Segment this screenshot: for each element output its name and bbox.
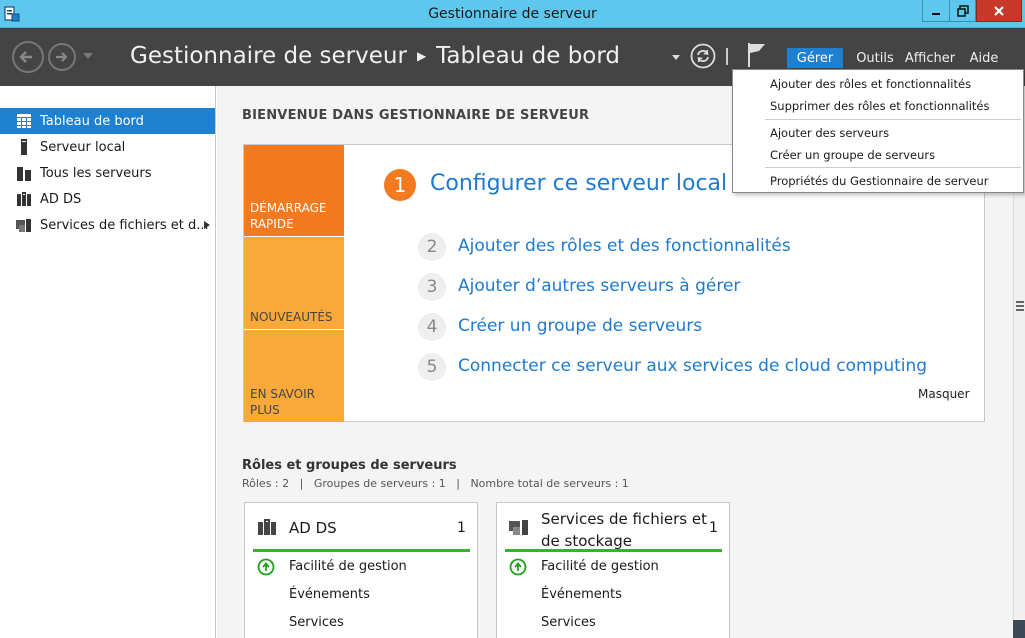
sidebar-item-label: Serveur local [40,139,126,155]
breadcrumb-separator-icon: ▶ [416,49,427,63]
status-bar [253,549,470,552]
step-number: 3 [418,273,446,301]
welcome-title: BIENVENUE DANS GESTIONNAIRE DE SERVEUR [242,108,590,123]
tile-label: NOUVEAUTÉS [250,310,333,324]
card-title[interactable]: Services de fichiers et de stockage [541,508,707,552]
notifications-flag-icon[interactable] [746,41,768,69]
step-number: 2 [418,233,446,261]
roles-counts: Rôles : 2 | Groupes de serveurs : 1 | No… [242,477,629,490]
menu-separator [765,119,1021,120]
forward-arrow-icon [56,52,68,62]
card-title[interactable]: AD DS [289,519,337,537]
adds-icon [17,192,31,206]
sidebar-item-label: AD DS [40,191,82,207]
menu-gerer[interactable]: Gérer [787,48,843,68]
status-ok-icon [257,558,275,576]
minimize-icon [932,12,940,15]
role-card-ad-ds[interactable]: AD DS 1 Facilité de gestion Événements S… [244,502,478,638]
step-link-configure-local-server[interactable]: Configurer ce serveur local [430,171,727,196]
menu-afficher[interactable]: Afficher [904,48,956,68]
sidebar-item-label: Tableau de bord [40,113,144,129]
sidebar: Tableau de bord Serveur local Tous les s… [0,86,216,638]
file-services-icon [509,520,528,535]
dashboard-icon [17,114,31,128]
tile-demarrage-rapide[interactable]: DÉMARRAGE RAPIDE [244,145,344,236]
menu-item-add-roles[interactable]: Ajouter des rôles et fonctionnalités [770,77,971,91]
card-title-line: Services de fichiers et [541,510,707,528]
window-title: Gestionnaire de serveur [428,6,597,22]
restore-button[interactable] [949,0,976,22]
header-divider [726,48,728,65]
scrollbar-grip-icon[interactable] [1016,301,1024,313]
card-row-events[interactable]: Événements [289,587,370,602]
file-services-icon [16,219,31,232]
card-row-services[interactable]: Services [541,615,596,630]
menu-item-properties[interactable]: Propriétés du Gestionnaire de serveur [770,174,988,188]
minimize-button[interactable] [922,0,950,22]
sidebar-item-tous-les-serveurs[interactable]: Tous les serveurs [0,160,215,186]
servers-icon [17,167,31,181]
menu-item-remove-roles[interactable]: Supprimer des rôles et fonctionnalités [770,99,990,113]
adds-icon [258,519,276,535]
card-row-services[interactable]: Services [289,615,344,630]
card-count: 1 [709,520,718,536]
sidebar-item-ad-ds[interactable]: AD DS [0,186,215,212]
close-icon [994,5,1004,16]
refresh-icon[interactable] [690,43,716,69]
forward-button[interactable] [48,43,76,71]
breadcrumb-current: Tableau de bord [436,43,621,69]
step-link-add-roles[interactable]: Ajouter des rôles et des fonctionnalités [458,236,791,256]
sidebar-item-label: Services de fichiers et d... [40,217,209,233]
status-bar [505,549,722,552]
menu-outils[interactable]: Outils [852,48,898,68]
tile-nouveautes[interactable]: NOUVEAUTÉS [244,237,344,329]
step-number: 1 [384,169,416,201]
role-card-file-services[interactable]: Services de fichiers et de stockage 1 Fa… [496,502,730,638]
menu-separator [765,167,1021,168]
hide-link[interactable]: Masquer [918,387,970,401]
step-link-cloud-services[interactable]: Connecter ce serveur aux services de clo… [458,356,927,376]
title-bar: Gestionnaire de serveur [0,0,1025,28]
roles-section-title: Rôles et groupes de serveurs [242,458,457,473]
breadcrumb-root[interactable]: Gestionnaire de serveur [130,43,407,69]
step-link-create-server-group[interactable]: Créer un groupe de serveurs [458,316,702,336]
step-link-add-servers[interactable]: Ajouter d’autres serveurs à gérer [458,276,740,296]
restore-icon [956,4,969,17]
card-row-manageability[interactable]: Facilité de gestion [541,559,659,574]
card-count: 1 [457,520,466,536]
breadcrumb: Gestionnaire de serveur ▶ Tableau de bor… [130,43,620,69]
server-icon [21,139,27,155]
step-number: 4 [418,313,446,341]
sidebar-item-label: Tous les serveurs [40,165,152,181]
sidebar-item-tableau-de-bord[interactable]: Tableau de bord [0,108,215,134]
menu-item-add-servers[interactable]: Ajouter des serveurs [770,126,889,140]
menu-item-create-server-group[interactable]: Créer un groupe de serveurs [770,148,935,162]
sidebar-item-serveur-local[interactable]: Serveur local [0,134,215,160]
menu-aide[interactable]: Aide [966,48,1002,68]
back-arrow-icon [19,51,32,63]
refresh-dropdown-icon[interactable] [672,55,680,60]
back-button[interactable] [12,41,44,73]
resize-grip[interactable] [1013,620,1025,638]
tile-en-savoir-plus[interactable]: EN SAVOIR PLUS [244,330,344,422]
card-row-manageability[interactable]: Facilité de gestion [289,559,407,574]
card-title-line: de stockage [541,532,633,550]
manage-dropdown-menu: Ajouter des rôles et fonctionnalités Sup… [732,69,1024,193]
tile-label: EN SAVOIR PLUS [250,387,315,417]
step-number: 5 [418,353,446,381]
expand-arrow-icon[interactable] [204,221,210,229]
tile-label: DÉMARRAGE RAPIDE [250,201,327,231]
sidebar-item-services-fichiers[interactable]: Services de fichiers et d... [0,212,215,238]
status-ok-icon [509,558,527,576]
history-dropdown-icon[interactable] [83,53,93,59]
card-row-events[interactable]: Événements [541,587,622,602]
close-button[interactable] [976,0,1022,22]
